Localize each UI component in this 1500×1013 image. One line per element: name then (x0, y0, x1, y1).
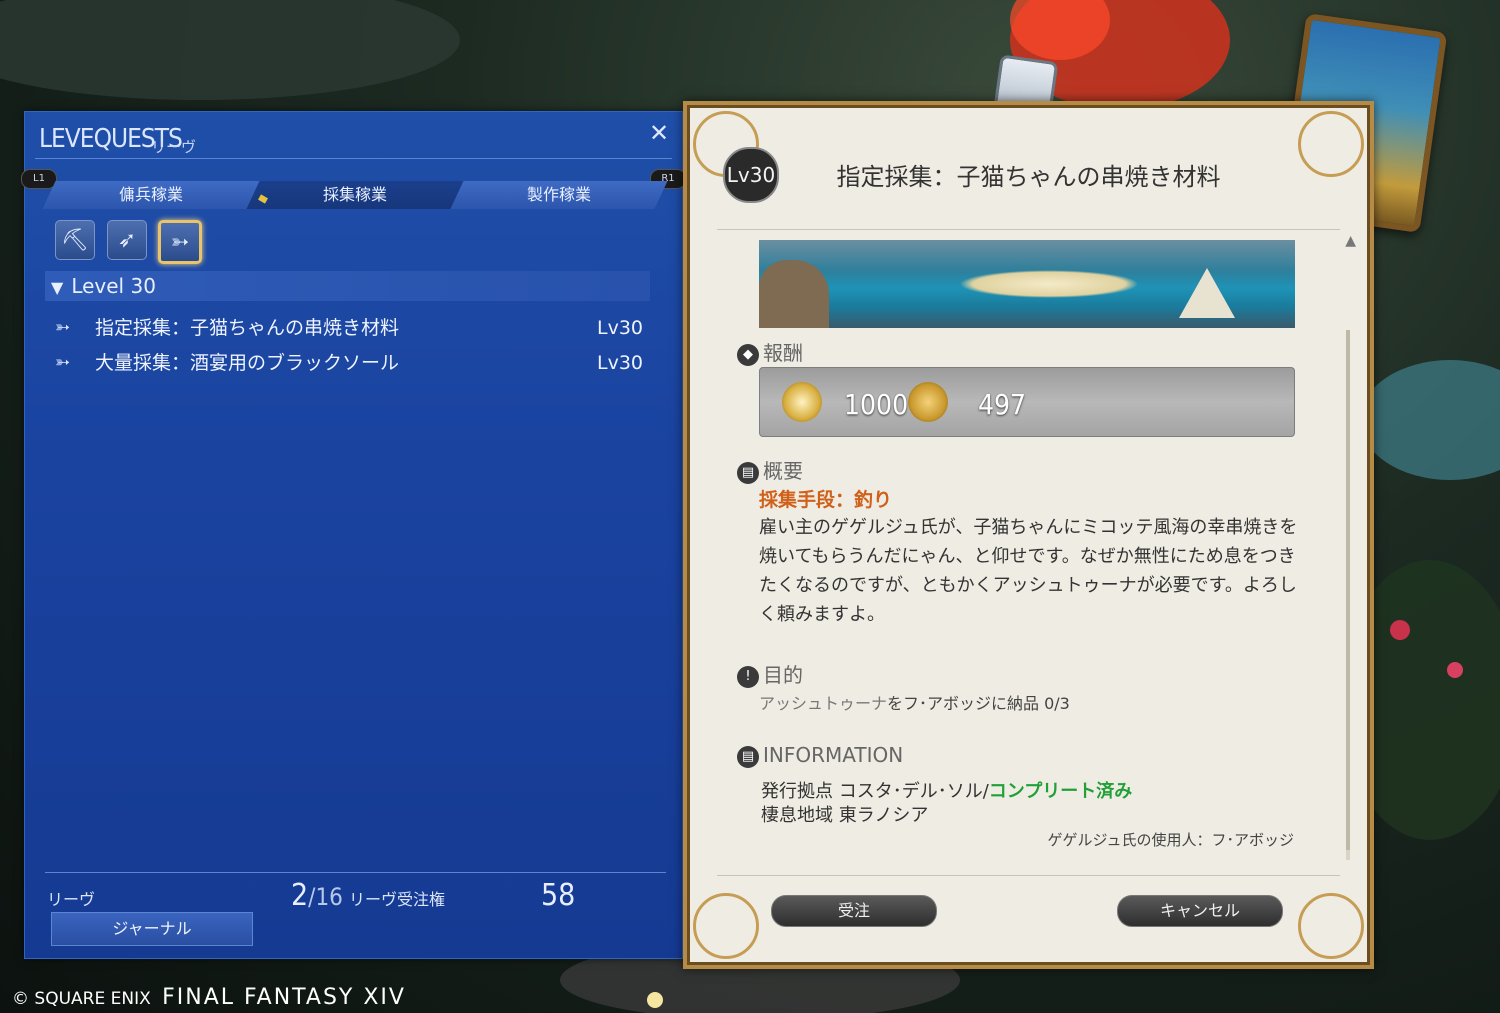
quest-row[interactable]: ➳ 指定採集：子猫ちゃんの串焼き材料 Lv30 (55, 313, 643, 343)
tab-crafting[interactable]: 製作稼業 (450, 181, 668, 209)
close-icon[interactable]: ✕ (648, 121, 670, 145)
accept-button[interactable]: 受注 (771, 895, 937, 927)
info-heading-label: INFORMATION (763, 743, 904, 767)
objective-line: アッシュトゥーナをフ･アボッジに納品 0/3 (759, 690, 1070, 714)
reward-box: 1000 497 (759, 367, 1295, 437)
leve-count-total: /16 (308, 883, 343, 911)
tab-gathering[interactable]: 採集稼業 (246, 181, 464, 209)
fishing-leve-icon: ➳ (55, 352, 71, 373)
footer-divider (45, 872, 666, 873)
fishing-icon[interactable]: ➳ (158, 220, 202, 264)
banner-rock (759, 260, 829, 328)
category-tabs: 傭兵稼業 採集稼業 製作稼業 (42, 181, 668, 211)
info-heading: ▤ INFORMATION (737, 743, 903, 768)
reward-heading-label: 報酬 (763, 341, 803, 365)
title-divider (717, 229, 1340, 230)
leve-summary: 雇い主のゲゲルジュ氏が、子猫ちゃんにミコッテ風海の幸串焼きを焼いてもらうんだにゃ… (759, 517, 1298, 625)
tab-label: 製作稼業 (526, 185, 591, 204)
journal-button[interactable]: ジャーナル (51, 912, 253, 946)
objective-heading-label: 目的 (763, 663, 803, 687)
habitat-region: 棲息地域 東ラノシア (761, 805, 929, 826)
gil-reward: 497 (978, 388, 1027, 421)
pickaxe-icon[interactable]: ⛏ (55, 220, 95, 260)
objective-text: をフ･アボッジに納品 0/3 (887, 694, 1070, 713)
objective-heading: ! 目的 (737, 659, 803, 688)
copyright-footer: © SQUARE ENIX FINAL FANTASY XIV (12, 985, 406, 1010)
exp-icon (782, 382, 822, 422)
tab-battle[interactable]: 傭兵稼業 (42, 181, 260, 209)
game-logo-text: FINAL FANTASY XIV (162, 985, 406, 1010)
footer-divider (717, 875, 1340, 876)
issuing-location: 発行拠点 コスタ･デル･ソル/コンプリート済み (761, 777, 1132, 803)
quest-level: Lv30 (596, 352, 643, 374)
scrollbar-thumb[interactable] (1346, 330, 1350, 850)
gil-icon (908, 382, 948, 422)
tab-label: 採集稼業 (322, 185, 387, 204)
reward-icon: ◆ (737, 343, 759, 366)
info-icon: ▤ (737, 745, 759, 768)
quest-row[interactable]: ➳ 大量採集：酒宴用のブラックソール Lv30 (55, 348, 643, 378)
location-banner-image (759, 240, 1295, 328)
fishing-leve-icon: ➳ (55, 317, 71, 338)
detail-scrollbar[interactable] (1346, 330, 1350, 860)
issuer-name: ゲゲルジュ氏の使用人：フ･アボッジ (1047, 831, 1294, 849)
title-divider (35, 158, 672, 159)
banner-island (959, 270, 1139, 298)
levequests-panel: LEVEQUESTS リーヴ ✕ L1 R1 傭兵稼業 採集稼業 製作稼業 ⛏ … (21, 111, 686, 959)
allowance-value: 58 (541, 878, 576, 913)
leve-title: 指定採集：子猫ちゃんの串焼き材料 (836, 163, 1221, 191)
leve-count: 2/16 (291, 878, 343, 913)
banner-tent (1179, 268, 1235, 318)
leve-count-current: 2 (291, 878, 309, 913)
completion-status: コンプリート済み (988, 781, 1133, 802)
publisher-credit: © SQUARE ENIX (12, 989, 151, 1009)
quest-title: 指定採集：子猫ちゃんの串焼き材料 (95, 317, 400, 339)
corner-ornament (1298, 893, 1364, 959)
chevron-down-icon: ▼ (51, 278, 64, 297)
corner-ornament (693, 893, 759, 959)
panel-subtitle: リーヴ (151, 138, 197, 156)
gathering-method: 採集手段：釣り (759, 489, 893, 511)
issuing-label: 発行拠点 コスタ･デル･ソル/ (761, 781, 989, 802)
reward-heading: ◆ 報酬 (737, 337, 803, 366)
quest-level: Lv30 (596, 317, 643, 339)
quest-title: 大量採集：酒宴用のブラックソール (95, 352, 400, 374)
tab-label: 傭兵稼業 (118, 185, 183, 204)
objective-item: アッシュトゥーナ (759, 694, 888, 713)
level-group-header[interactable]: ▼ Level 30 (45, 271, 650, 301)
hatchet-icon[interactable]: ➶ (107, 220, 147, 260)
book-icon: ▤ (737, 461, 759, 484)
level-group-label: Level 30 (71, 274, 156, 298)
leve-detail-panel: Lv30 指定採集：子猫ちゃんの串焼き材料 ▲ ◆ 報酬 1000 497 ▤ 概要… (683, 101, 1374, 969)
allowance-label: リーヴ受注権 (349, 890, 446, 909)
exclamation-icon: ! (737, 665, 759, 688)
exp-reward: 1000 (844, 388, 909, 421)
leve-label: リーヴ (47, 890, 96, 909)
scroll-up-icon[interactable]: ▲ (1345, 233, 1356, 249)
cancel-button[interactable]: キャンセル (1117, 895, 1283, 927)
summary-heading: ▤ 概要 (737, 455, 803, 484)
summary-heading-label: 概要 (763, 459, 803, 483)
